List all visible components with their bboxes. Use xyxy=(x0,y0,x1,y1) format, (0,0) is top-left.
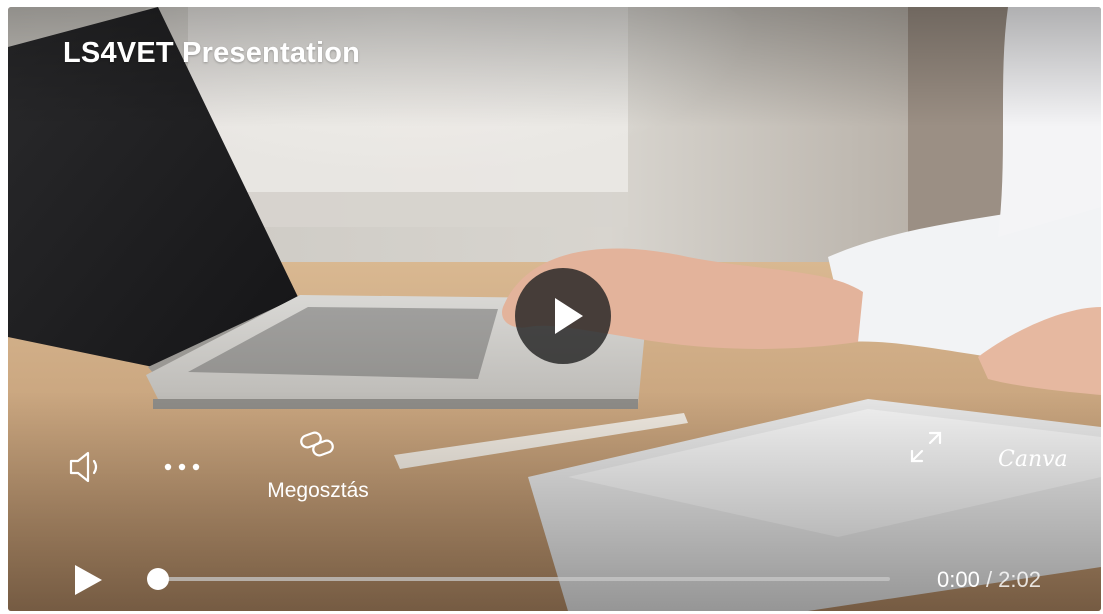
video-player[interactable]: LS4VET Presentation Megosztás Canva 0:00… xyxy=(8,7,1101,611)
time-separator: / xyxy=(979,567,999,592)
play-button[interactable] xyxy=(66,560,106,600)
expand-icon xyxy=(910,431,942,463)
play-icon xyxy=(75,565,102,595)
progress-thumb[interactable] xyxy=(147,568,169,590)
video-title: LS4VET Presentation xyxy=(63,37,361,69)
total-time: 2:02 xyxy=(998,567,1041,592)
fullscreen-button[interactable] xyxy=(906,427,946,467)
current-time: 0:00 xyxy=(937,567,980,592)
play-icon xyxy=(555,298,583,334)
link-icon xyxy=(300,431,334,457)
center-play-button[interactable] xyxy=(515,268,611,364)
volume-button[interactable] xyxy=(66,447,110,487)
time-display: 0:00 / 2:02 xyxy=(937,567,1041,593)
speaker-icon xyxy=(69,451,98,483)
progress-bar[interactable] xyxy=(158,577,890,581)
more-dots-icon xyxy=(164,463,200,471)
more-options-button[interactable] xyxy=(161,454,205,480)
canva-logo[interactable]: Canva xyxy=(998,447,1068,472)
share-label: Megosztás xyxy=(267,479,369,502)
